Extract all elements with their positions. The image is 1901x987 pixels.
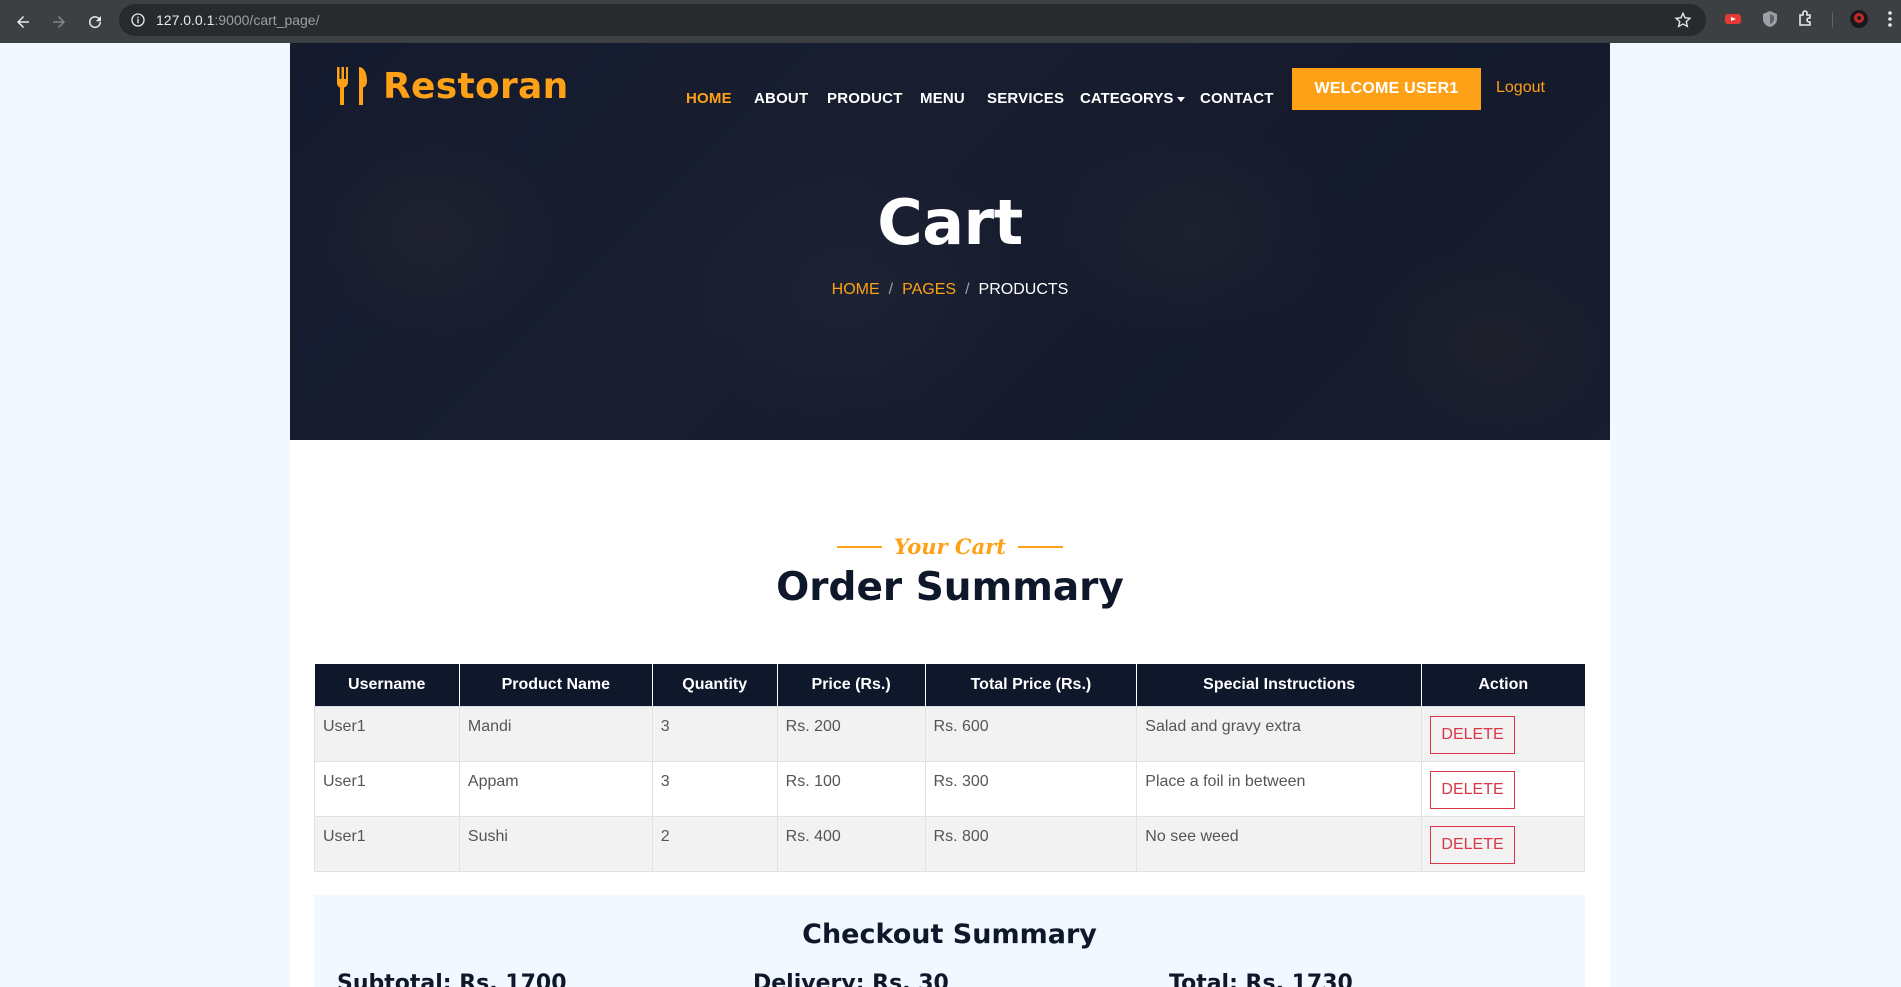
browser-menu-icon[interactable] — [1885, 9, 1895, 29]
column-header: Product Name — [458, 664, 653, 706]
welcome-user-button[interactable]: WELCOME USER1 — [1292, 68, 1481, 110]
cell-username: User1 — [314, 705, 460, 762]
divider-line — [1017, 545, 1063, 548]
delete-button[interactable]: DELETE — [1430, 770, 1516, 809]
column-header: Total Price (Rs.) — [924, 664, 1138, 706]
extension-red-icon[interactable] — [1723, 9, 1743, 29]
cell-price: Rs. 100 — [776, 760, 926, 817]
table-row: User1 Sushi 2 Rs. 400 Rs. 800 No see wee… — [314, 815, 1585, 872]
cell-instructions: Place a foil in between — [1136, 760, 1423, 817]
table-row: User1 Appam 3 Rs. 100 Rs. 300 Place a fo… — [314, 760, 1585, 817]
cart-table: Username Product Name Quantity Price (Rs… — [314, 664, 1585, 872]
column-header: Username — [314, 664, 460, 706]
column-header: Action — [1421, 664, 1585, 706]
page-container: Restoran HOME ABOUT PRODUCT MENU SERVICE… — [290, 43, 1610, 987]
breadcrumb: HOME / PAGES / PRODUCTS — [290, 281, 1610, 299]
reload-button[interactable] — [82, 9, 108, 35]
cell-username: User1 — [314, 760, 460, 817]
breadcrumb-home[interactable]: HOME — [832, 281, 880, 298]
arrow-right-icon — [53, 15, 65, 28]
section-subtitle-text: Your Cart — [894, 534, 1006, 559]
puzzle-extensions-icon[interactable] — [1796, 9, 1816, 29]
cell-quantity: 2 — [651, 815, 778, 872]
cell-product: Sushi — [458, 815, 653, 872]
cell-action: DELETE — [1421, 760, 1585, 817]
checkout-summary: Checkout Summary Subtotal: Rs. 1700 Deli… — [314, 895, 1585, 987]
profile-avatar-icon[interactable] — [1849, 9, 1869, 29]
cell-total: Rs. 800 — [924, 815, 1138, 872]
forward-button[interactable] — [46, 9, 72, 35]
checkout-title: Checkout Summary — [802, 919, 1097, 950]
section-subtitle: Your Cart — [290, 534, 1610, 559]
hero-banner: Restoran HOME ABOUT PRODUCT MENU SERVICE… — [290, 43, 1610, 440]
nav-categorys-label: CATEGORYS — [1080, 90, 1174, 107]
cell-total: Rs. 300 — [924, 760, 1138, 817]
address-bar[interactable]: 127.0.0.1:9000/cart_page/ — [119, 4, 1706, 36]
chevron-down-icon — [1177, 96, 1186, 102]
breadcrumb-current: PRODUCTS — [978, 281, 1069, 298]
nav-home[interactable]: HOME — [686, 90, 732, 107]
cell-instructions: No see weed — [1136, 815, 1423, 872]
breadcrumb-separator: / — [965, 281, 970, 298]
cell-total: Rs. 600 — [924, 705, 1138, 762]
bookmark-star-icon[interactable] — [1674, 11, 1692, 29]
cell-quantity: 3 — [651, 705, 778, 762]
column-header: Price (Rs.) — [776, 664, 926, 706]
cell-price: Rs. 200 — [776, 705, 926, 762]
delete-button[interactable]: DELETE — [1430, 825, 1516, 864]
logout-link[interactable]: Logout — [1496, 79, 1545, 97]
cell-instructions: Salad and gravy extra — [1136, 705, 1423, 762]
cell-price: Rs. 400 — [776, 815, 926, 872]
delivery-value: Delivery: Rs. 30 — [753, 971, 949, 987]
breadcrumb-pages[interactable]: PAGES — [902, 281, 956, 298]
info-icon — [131, 13, 145, 27]
breadcrumb-separator: / — [888, 281, 894, 298]
shield-extension-icon[interactable] — [1760, 9, 1780, 29]
nav-about[interactable]: ABOUT — [754, 90, 808, 107]
table-row: User1 Mandi 3 Rs. 200 Rs. 600 Salad and … — [314, 705, 1585, 762]
column-header: Quantity — [651, 664, 778, 706]
browser-toolbar: 127.0.0.1:9000/cart_page/ — [0, 0, 1901, 43]
total-value: Total: Rs. 1730 — [1169, 971, 1353, 987]
arrow-left-icon — [17, 15, 29, 28]
reload-icon — [89, 15, 102, 28]
section-title: Order Summary — [776, 565, 1124, 610]
divider-line — [837, 545, 883, 548]
delete-button[interactable]: DELETE — [1430, 715, 1516, 754]
cell-product: Appam — [458, 760, 653, 817]
table-header-row: Username Product Name Quantity Price (Rs… — [314, 664, 1585, 706]
nav-categorys[interactable]: CATEGORYS — [1080, 90, 1186, 107]
nav-product[interactable]: PRODUCT — [827, 90, 903, 107]
cell-quantity: 3 — [651, 760, 778, 817]
nav-services[interactable]: SERVICES — [987, 90, 1064, 107]
back-button[interactable] — [10, 9, 36, 35]
subtotal-value: Subtotal: Rs. 1700 — [337, 971, 567, 987]
column-header: Special Instructions — [1136, 664, 1423, 706]
cell-action: DELETE — [1421, 815, 1585, 872]
page-title: Cart — [877, 186, 1023, 259]
url-text: 127.0.0.1:9000/cart_page/ — [156, 12, 320, 28]
cell-action: DELETE — [1421, 705, 1585, 762]
cell-product: Mandi — [458, 705, 653, 762]
cell-username: User1 — [314, 815, 460, 872]
nav-menu[interactable]: MENU — [920, 90, 965, 107]
nav-contact[interactable]: CONTACT — [1200, 90, 1274, 107]
